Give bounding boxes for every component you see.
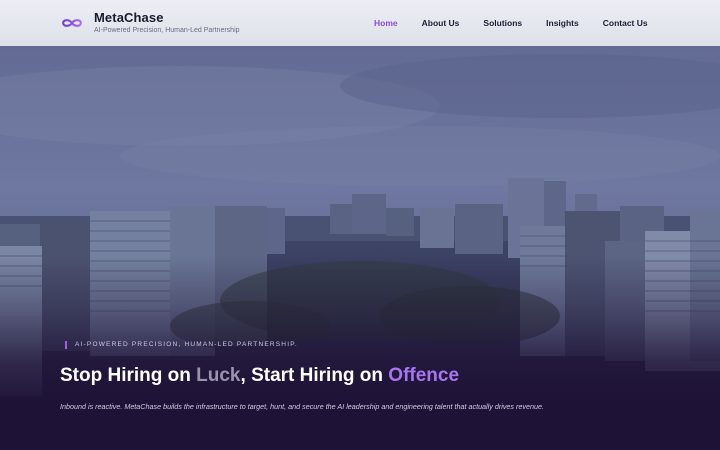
site-header: MetaChase AI-Powered Precision, Human-Le… (0, 0, 720, 46)
headline-part-2: , Start Hiring on (240, 365, 389, 386)
nav-item-home[interactable]: Home (374, 18, 398, 28)
nav-item-contact-us[interactable]: Contact Us (603, 18, 648, 28)
hero-eyebrow: AI-Powered Precision, Human-Led Partners… (65, 341, 298, 349)
headline-luck: Luck (196, 365, 241, 386)
nav-item-insights[interactable]: Insights (546, 18, 579, 28)
nav-item-about-us[interactable]: About Us (422, 18, 460, 28)
infinity-loop-icon (62, 19, 82, 27)
headline-offence: Offence (388, 365, 460, 386)
nav-item-solutions[interactable]: Solutions (483, 18, 522, 28)
hero-headline: Stop Hiring on Luck, Start Hiring on Off… (60, 364, 459, 388)
brand-tagline: AI-Powered Precision, Human-Led Partners… (94, 27, 240, 34)
brand-name: MetaChase (94, 10, 164, 25)
headline-part-1: Stop Hiring on (60, 365, 197, 386)
main-nav: Home About Us Solutions Insights Contact… (374, 0, 648, 46)
hero-gradient-overlay (0, 46, 720, 450)
hero-section: AI-Powered Precision, Human-Led Partners… (0, 46, 720, 450)
brand-logo-link[interactable]: MetaChase AI-Powered Precision, Human-Le… (61, 10, 240, 36)
hero-subline: Inbound is reactive. MetaChase builds th… (60, 402, 544, 411)
